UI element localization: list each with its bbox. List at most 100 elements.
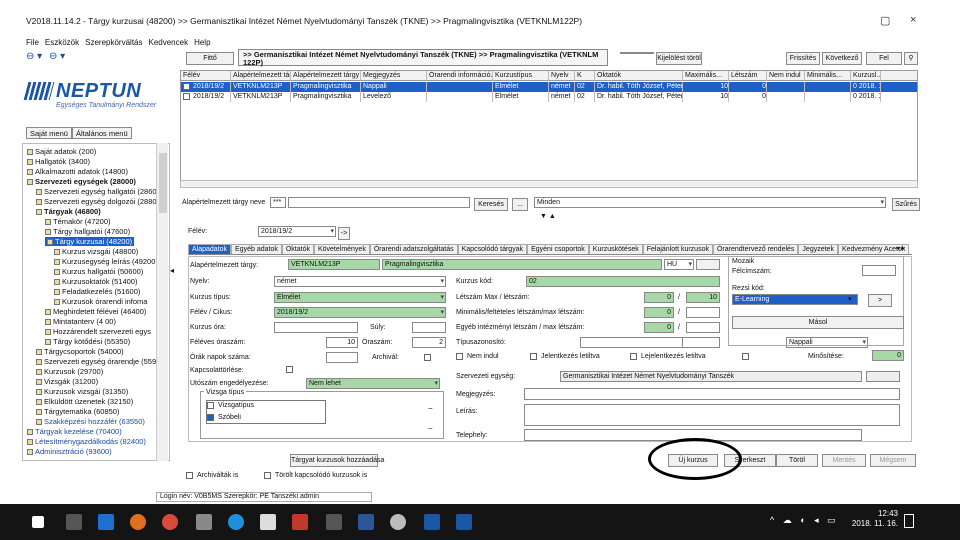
kijeloles-button[interactable] xyxy=(620,52,654,54)
elearning-dropdown-icon[interactable]: ▾ xyxy=(848,295,852,303)
tree-item[interactable]: Tárgyak (46800) xyxy=(36,207,101,216)
menu-help[interactable]: Help xyxy=(194,38,210,48)
tree-item[interactable]: Tárgytematika (60850) xyxy=(36,407,119,416)
masol-button[interactable]: Másol xyxy=(732,316,904,329)
tab-detail[interactable]: Órarendtervező rendelés xyxy=(712,244,799,254)
tree-item[interactable]: Kurzus vizsgái (48800) xyxy=(54,247,138,256)
grid-column-header[interactable]: Létszám xyxy=(729,71,767,81)
neptun-taskbar-icon[interactable] xyxy=(424,514,440,530)
letszam-input-2[interactable]: 10 xyxy=(686,292,720,303)
tree-item[interactable]: Kurzusoktatók (51400) xyxy=(54,277,137,286)
grid-column-header[interactable]: Minimális... xyxy=(805,71,851,81)
search-dots-button[interactable]: ... xyxy=(512,198,528,211)
elearning-arrow-button[interactable]: > xyxy=(868,294,892,307)
lejelentkezes-checkbox[interactable] xyxy=(630,353,637,360)
orak-input[interactable] xyxy=(326,352,358,363)
tree-item[interactable]: Hallgatók (3400) xyxy=(27,157,90,166)
targy-hozzaadas-button[interactable]: Tárgyat kurzusok hozzáadása xyxy=(290,454,384,467)
p2p-icon[interactable] xyxy=(292,514,308,530)
tree-item[interactable]: Kurzus hallgatói (50600) xyxy=(54,267,143,276)
tab-detail[interactable]: Kapcsolódó tárgyak xyxy=(457,244,528,254)
table-row[interactable]: 2018/19/2 VETKNLM213P Pragmalingvisztika Le… xyxy=(181,92,917,102)
chrome-icon[interactable] xyxy=(162,514,178,530)
tree-item[interactable]: Vizsgák (31200) xyxy=(36,377,98,386)
tree-item[interactable]: Hozzárendelt szervezeti egys xyxy=(45,327,151,336)
tree-item[interactable]: Alkalmazotti adatok (14800) xyxy=(27,167,128,176)
vizsga-minus-icon-2[interactable]: − xyxy=(428,424,433,433)
leiras-input[interactable] xyxy=(524,404,900,426)
tree-item[interactable]: Kurzusegység leírás (49200 xyxy=(54,257,155,266)
tab-detail[interactable]: Kurzuskötések xyxy=(588,244,643,254)
tree-scroll-thumb[interactable] xyxy=(159,153,167,213)
search-input[interactable] xyxy=(288,197,470,208)
vizsga-item-checkbox-2[interactable] xyxy=(207,414,214,421)
tree-item[interactable]: Szervezeti egységek (28000) xyxy=(27,177,136,186)
alap-targy-button[interactable] xyxy=(696,259,720,270)
filter-select[interactable]: Minden xyxy=(534,197,886,208)
felcimszam-input[interactable] xyxy=(862,265,896,276)
menu-kedvencek[interactable]: Kedvencek xyxy=(148,38,188,48)
tree-item[interactable]: Létesítménygazdálkodás (82400) xyxy=(27,437,146,446)
oraszam-input[interactable]: 2 xyxy=(412,337,446,348)
menu-eszkozok[interactable]: Eszközök xyxy=(45,38,79,48)
alap-targy-code[interactable]: VETKNLM213P xyxy=(288,259,380,270)
vizsga-minus-icon[interactable]: − xyxy=(428,404,433,413)
grid-column-header[interactable]: Alapértelmezett tárgy neve xyxy=(291,71,361,81)
felev-oraszam-input[interactable]: 10 xyxy=(326,337,358,348)
grid-column-header[interactable]: Kurzusl... xyxy=(851,71,881,81)
tab-detail[interactable]: Követelmények xyxy=(313,244,370,254)
kapcsolattorles-checkbox[interactable] xyxy=(286,366,293,373)
grid-column-header[interactable]: Maximális... xyxy=(683,71,729,81)
tab-detail[interactable]: Egyéni csoportok xyxy=(527,244,589,254)
archival-checkbox[interactable] xyxy=(424,354,431,361)
tree-scrollbar[interactable] xyxy=(156,143,168,461)
tab-altalanos-menu[interactable]: Általános menü xyxy=(71,127,132,139)
minimum-max-input[interactable] xyxy=(686,307,720,318)
collapse-arrow-icon[interactable]: ◂ xyxy=(170,266,174,275)
tree-item[interactable]: Szervezeti egység dolgozói (2880 xyxy=(36,197,157,206)
grid-column-header[interactable]: Oktatók xyxy=(595,71,683,81)
tab-detail[interactable]: Egyéb adatok xyxy=(231,244,282,254)
close-icon[interactable]: × xyxy=(910,14,916,26)
grid-column-header[interactable]: Alapértelmezett tárgy... xyxy=(231,71,291,81)
notification-icon[interactable] xyxy=(904,514,914,528)
grid-column-header[interactable]: Félév xyxy=(181,71,231,81)
notepad-icon[interactable] xyxy=(260,514,276,530)
menu-szerepkorvaltas[interactable]: Szerepkörváltás xyxy=(85,38,142,48)
letszam-input-1[interactable]: 0 xyxy=(644,292,674,303)
tree-item[interactable]: Tárgy kötődési (55350) xyxy=(45,337,130,346)
megjegyzes-input[interactable] xyxy=(524,388,900,400)
tree-item[interactable]: Szakképzési hozzáfér (63550) xyxy=(36,417,145,426)
task-view-icon[interactable] xyxy=(66,514,82,530)
semester-arrow-button[interactable]: -> xyxy=(338,227,350,240)
forward-button[interactable]: ⊖ ▾ xyxy=(49,51,65,62)
tab-detail[interactable]: Jegyzetek xyxy=(798,244,838,254)
tree-item[interactable]: Kurzusok (29700) xyxy=(36,367,103,376)
skype-icon[interactable] xyxy=(228,514,244,530)
tree-item[interactable]: Tárgy kurzusai (48200) xyxy=(45,237,135,246)
grid-column-header[interactable]: Órarendi információ... xyxy=(427,71,493,81)
system-tray[interactable]: ^ ☁ ◐ ◂ ▭ xyxy=(770,515,839,526)
clock[interactable]: 12:43 2018. 11. 16. xyxy=(846,509,898,529)
alap-targy-name[interactable]: Pragmalingvisztika xyxy=(382,259,662,270)
kurzus-tipus-select[interactable]: Elmélet xyxy=(274,292,446,303)
tab-detail[interactable]: Felajánlott kurzusok xyxy=(642,244,713,254)
tree-item[interactable]: Elküldött üzenetek (32150) xyxy=(36,397,133,406)
megsem-button[interactable]: Mégsem xyxy=(870,454,916,467)
edge-icon[interactable] xyxy=(98,514,114,530)
back-button[interactable]: ⊖ ▾ xyxy=(26,51,42,62)
grid-hscrollbar[interactable] xyxy=(180,180,918,188)
table-row[interactable]: 2018/19/2 VETKNLM213P Pragmalingvisztika Na… xyxy=(181,82,917,92)
grid-column-header[interactable]: Nyelv xyxy=(549,71,575,81)
tree-item[interactable]: Adminisztráció (93600) xyxy=(27,447,112,456)
tree-item[interactable]: Szervezeti egység hallgatói (2860 xyxy=(36,187,157,196)
tree-item[interactable]: Témakör (47200) xyxy=(45,217,111,226)
tree-item[interactable]: Tárgy hallgatói (47600) xyxy=(45,227,130,236)
vizsga-item-checkbox-1[interactable] xyxy=(207,402,214,409)
search-operator[interactable]: *** xyxy=(270,197,286,208)
windows-start-icon[interactable] xyxy=(32,516,44,528)
mentes-button[interactable]: Mentés xyxy=(822,454,866,467)
row-checkbox[interactable] xyxy=(183,93,190,100)
firefox-icon[interactable] xyxy=(130,514,146,530)
minosites-checkbox[interactable] xyxy=(742,353,749,360)
